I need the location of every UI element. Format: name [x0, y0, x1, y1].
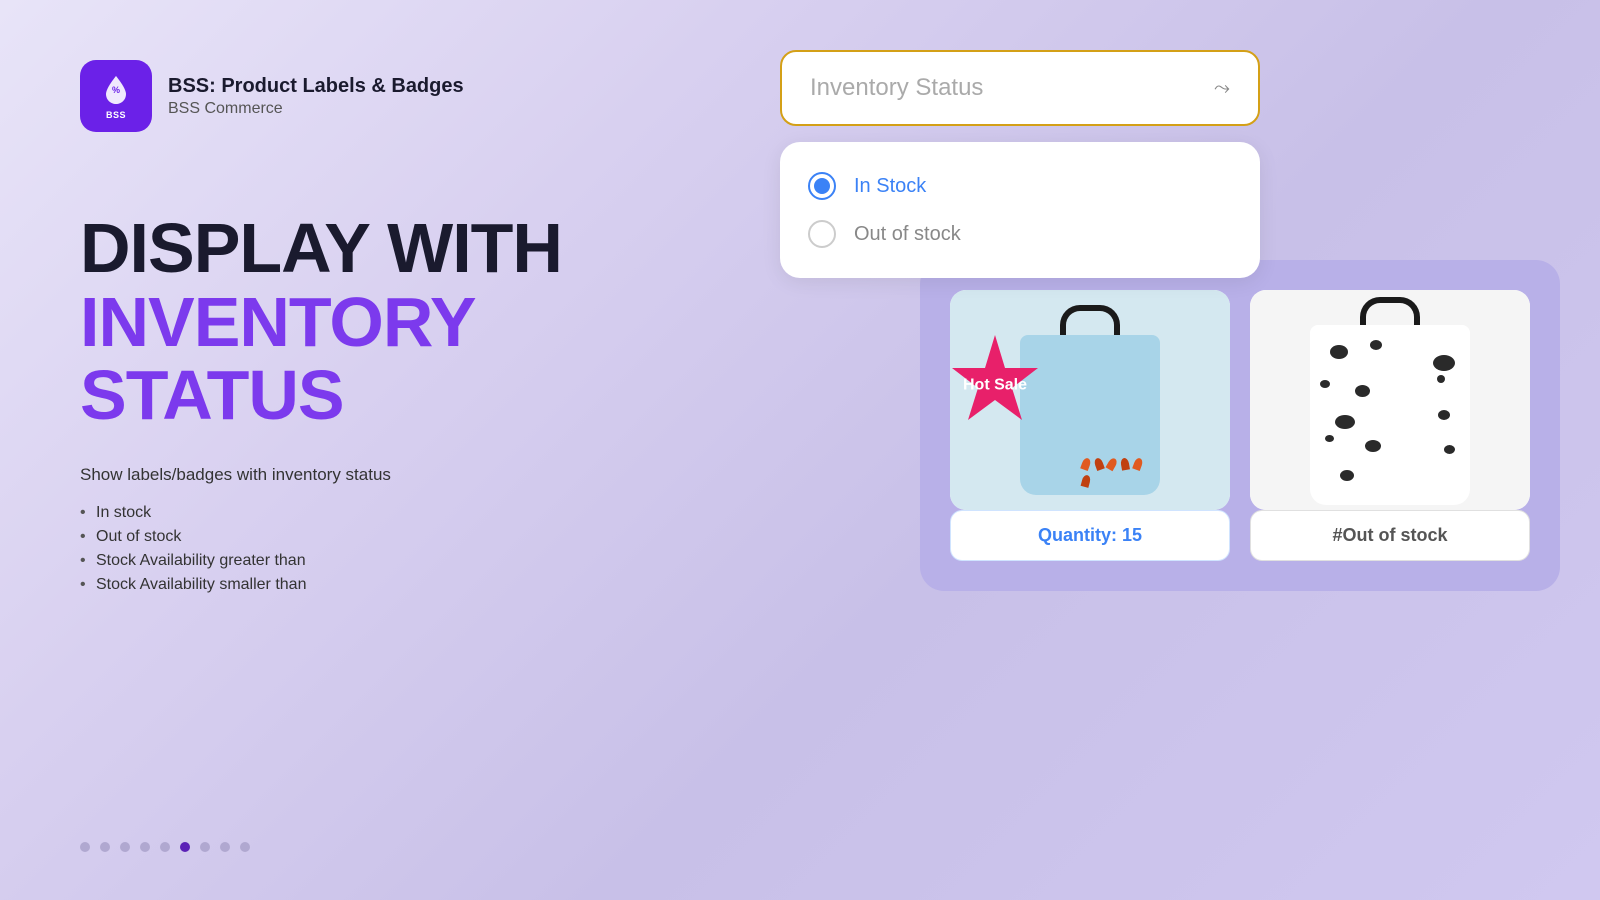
- dot-9[interactable]: [240, 842, 250, 852]
- dot-5[interactable]: [160, 842, 170, 852]
- feature-item: Out of stock: [80, 525, 640, 549]
- hot-sale-text: Hot Sale: [960, 375, 1030, 394]
- feature-list: In stock Out of stock Stock Availability…: [80, 501, 640, 597]
- brand-row: % BSS BSS: Product Labels & Badges BSS C…: [80, 60, 640, 132]
- spot-11: [1444, 445, 1455, 454]
- hot-sale-starburst: Hot Sale: [950, 330, 1050, 440]
- products-panel: Hot Sale: [920, 260, 1560, 591]
- product-label-1: Quantity: 15: [950, 510, 1230, 561]
- dot-3[interactable]: [120, 842, 130, 852]
- swimmer-5: [1132, 457, 1144, 471]
- product-card-1: Hot Sale: [950, 290, 1230, 561]
- spot-9: [1325, 435, 1334, 442]
- left-panel: % BSS BSS: Product Labels & Badges BSS C…: [0, 0, 720, 900]
- spot-6: [1437, 375, 1445, 383]
- spot-12: [1340, 470, 1354, 481]
- spot-5: [1355, 385, 1370, 397]
- spot-8: [1438, 410, 1450, 420]
- main-headline: DISPLAY WITH INVENTORY STATUS: [80, 212, 640, 433]
- feature-item: In stock: [80, 501, 640, 525]
- brand-name: BSS: Product Labels & Badges: [168, 75, 464, 98]
- dot-2[interactable]: [100, 842, 110, 852]
- right-panel: Inventory Status ⤳ In Stock Out of stock: [720, 0, 1600, 900]
- dot-pattern: [1310, 325, 1470, 505]
- spot-2: [1370, 340, 1382, 350]
- spot-10: [1365, 440, 1381, 452]
- bag-body-right: [1310, 325, 1470, 505]
- spot-1: [1330, 345, 1348, 359]
- swimmers-pattern: [1082, 458, 1152, 487]
- swimmer-2: [1093, 457, 1105, 471]
- product-card-2: #Out of stock: [1250, 290, 1530, 561]
- swimmer-1: [1080, 457, 1092, 471]
- product-label-2: #Out of stock: [1250, 510, 1530, 561]
- dropdown-menu: In Stock Out of stock: [780, 142, 1260, 278]
- headline-line3: STATUS: [80, 359, 640, 433]
- spot-7: [1335, 415, 1355, 429]
- dot-7[interactable]: [200, 842, 210, 852]
- dot-8[interactable]: [220, 842, 230, 852]
- bag-image-right: [1310, 325, 1470, 505]
- brand-logo-icon: %: [98, 72, 134, 108]
- description-text: Show labels/badges with inventory status: [80, 465, 640, 485]
- swimmer-6: [1081, 474, 1092, 488]
- page-container: % BSS BSS: Product Labels & Badges BSS C…: [0, 0, 1600, 900]
- brand-sub: BSS Commerce: [168, 100, 464, 118]
- radio-circle-selected: [808, 172, 836, 200]
- radio-inner-dot: [814, 178, 830, 194]
- products-grid: Hot Sale: [950, 290, 1530, 561]
- headline-line2: INVENTORY: [80, 286, 640, 360]
- svg-text:%: %: [112, 85, 120, 95]
- pagination-dots: [80, 842, 250, 852]
- inventory-status-dropdown[interactable]: Inventory Status ⤳: [780, 50, 1260, 126]
- product-card-image-1: Hot Sale: [950, 290, 1230, 510]
- swimmer-4: [1120, 457, 1130, 470]
- radio-in-stock[interactable]: In Stock: [808, 162, 1232, 210]
- brand-logo-bss: BSS: [106, 110, 126, 120]
- hot-sale-badge: Hot Sale: [950, 330, 1050, 440]
- brand-logo: % BSS: [80, 60, 152, 132]
- spot-3: [1433, 355, 1455, 371]
- dot-6-active[interactable]: [180, 842, 190, 852]
- radio-label-in-stock: In Stock: [854, 175, 926, 198]
- feature-item: Stock Availability greater than: [80, 549, 640, 573]
- dropdown-label: Inventory Status: [810, 74, 983, 102]
- product-card-image-2: [1250, 290, 1530, 510]
- feature-item: Stock Availability smaller than: [80, 573, 640, 597]
- product-image-area-2: [1250, 290, 1530, 510]
- chevron-down-icon: ⤳: [1214, 77, 1230, 100]
- radio-label-out-of-stock: Out of stock: [854, 223, 961, 246]
- dot-1[interactable]: [80, 842, 90, 852]
- spot-4: [1320, 380, 1330, 388]
- radio-out-of-stock[interactable]: Out of stock: [808, 210, 1232, 258]
- swimmer-3: [1106, 457, 1119, 471]
- product-image-area-1: Hot Sale: [950, 290, 1230, 510]
- dot-4[interactable]: [140, 842, 150, 852]
- headline-line1: DISPLAY WITH: [80, 212, 640, 286]
- radio-circle-unselected: [808, 220, 836, 248]
- brand-info: BSS: Product Labels & Badges BSS Commerc…: [168, 75, 464, 118]
